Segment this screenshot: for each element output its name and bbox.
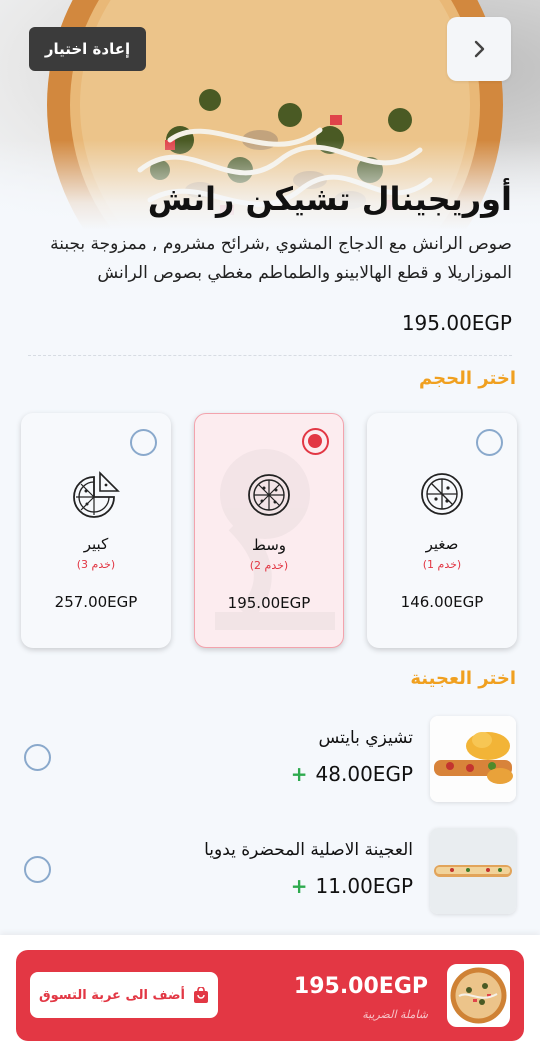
size-serves-small: (خدم 1) (422, 558, 462, 571)
add-to-cart-label: أضف الى عربة التسوق (39, 987, 185, 1003)
product-description: صوص الرانش مع الدجاج المشوي ,شرائح مشروم… (50, 234, 512, 283)
dough-price-value: 11.00EGP (315, 874, 413, 898)
plus-sign: + (290, 762, 308, 786)
size-serves-medium: (خدم 2) (249, 559, 289, 572)
divider (28, 355, 512, 356)
size-section-title: اختر الحجم (419, 368, 516, 389)
medium-pizza-icon (248, 474, 290, 516)
chevron-right-icon (474, 40, 485, 58)
dough-radio-cheesy-bites[interactable] (24, 744, 51, 771)
size-card-small[interactable]: صغير (خدم 1) 146.00EGP (367, 413, 517, 648)
size-name-small: صغير (425, 535, 459, 553)
back-button[interactable] (447, 17, 511, 81)
tax-note: شاملة الضريبة (362, 1008, 428, 1021)
dough-name-cheesy-bites: تشيزي بايتس (318, 728, 413, 748)
add-to-cart-button[interactable]: أضف الى عربة التسوق (30, 972, 218, 1018)
size-card-large[interactable]: كبير (خدم 3) 257.00EGP (21, 413, 171, 648)
size-radio-small[interactable] (476, 429, 503, 456)
size-serves-large: (خدم 3) (76, 558, 116, 571)
size-price-medium: 195.00EGP (227, 594, 311, 612)
cart-total: 195.00EGP (293, 974, 428, 999)
dough-section-title: اختر العجينة (410, 668, 516, 689)
dough-radio-handmade[interactable] (24, 856, 51, 883)
product-title: أوريجينال تشيكن رانش (147, 180, 512, 218)
small-pizza-icon (421, 473, 463, 515)
dough-option-handmade[interactable]: العجينة الاصلية المحضرة يدويا +11.00EGP (0, 828, 540, 918)
size-radio-large[interactable] (130, 429, 157, 456)
product-thumbnail (447, 964, 510, 1027)
size-price-large: 257.00EGP (54, 593, 138, 611)
cart-bar: أضف الى عربة التسوق 195.00EGP شاملة الضر… (16, 950, 524, 1041)
handmade-dough-image (430, 828, 516, 914)
large-pizza-icon (73, 471, 120, 518)
plus-sign: + (290, 874, 308, 898)
dough-price-value: 48.00EGP (315, 762, 413, 786)
cheesy-bites-image (430, 716, 516, 802)
dough-name-handmade: العجينة الاصلية المحضرة يدويا (204, 840, 413, 860)
size-name-medium: وسط (251, 536, 287, 554)
size-price-small: 146.00EGP (400, 593, 484, 611)
dough-price-cheesy-bites: +48.00EGP (291, 762, 413, 786)
size-radio-medium[interactable] (302, 428, 329, 455)
size-name-large: كبير (83, 535, 109, 553)
reset-selection-button[interactable]: إعادة اختيار (29, 27, 146, 71)
dough-option-cheesy-bites[interactable]: تشيزي بايتس +48.00EGP (0, 716, 540, 806)
size-card-medium[interactable]: وسط (خدم 2) 195.00EGP (194, 413, 344, 648)
shopping-bag-icon (193, 986, 208, 1003)
product-price: 195.00EGP (401, 311, 512, 335)
dough-price-handmade: +11.00EGP (291, 874, 413, 898)
